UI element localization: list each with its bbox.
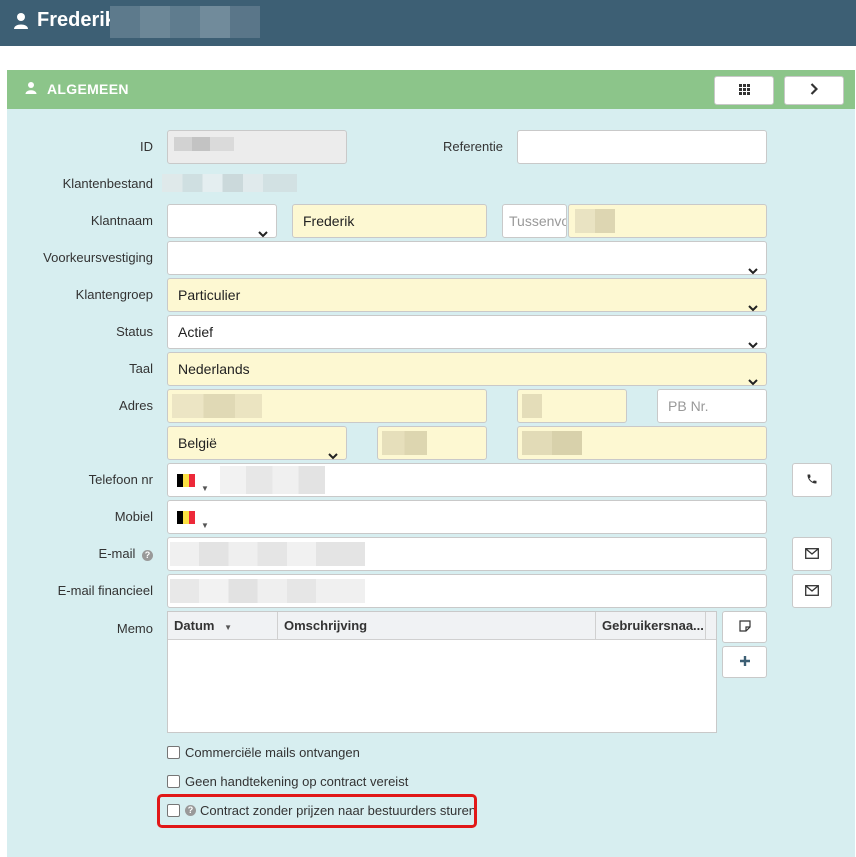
referentie-label: Referentie (443, 139, 503, 154)
commercial-mails-checkbox[interactable] (167, 746, 180, 759)
redacted-postcode (382, 431, 427, 455)
taal-select[interactable]: Nederlands (167, 352, 767, 386)
redacted-email (170, 542, 365, 566)
envelope-icon (805, 584, 819, 599)
grid-button[interactable] (714, 76, 774, 105)
column-datum[interactable]: Datum ▼ (168, 612, 278, 640)
panel-header: ALGEMEEN (7, 70, 855, 109)
id-label: ID (140, 139, 153, 154)
email-label: E-mail ? (7, 546, 153, 561)
status-label: Status (116, 324, 153, 339)
redacted-city (522, 431, 582, 455)
no-signature-checkbox[interactable] (167, 775, 180, 788)
belgium-flag-icon (177, 474, 195, 487)
sticky-note-icon (738, 619, 751, 635)
sort-down-icon: ▼ (224, 623, 232, 632)
postcode-input[interactable] (377, 426, 487, 460)
phone-icon (806, 473, 818, 488)
mobiel-label: Mobiel (114, 509, 153, 524)
klantnaam-label: Klantnaam (90, 213, 153, 228)
klantengroep-select[interactable]: Particulier (167, 278, 767, 312)
top-bar: Frederik (0, 0, 856, 46)
status-value: Actief (178, 324, 214, 340)
algemeen-panel: ALGEMEEN ID Referentie Klantenbestand Kl… (7, 70, 855, 857)
commercial-mails-row[interactable]: Commerciële mails ontvangen (167, 745, 360, 760)
redacted-id (174, 137, 234, 151)
grid-icon (738, 83, 750, 98)
memo-label: Memo (116, 621, 153, 636)
redacted-phone (220, 466, 325, 494)
first-name-input[interactable]: Frederik (292, 204, 487, 238)
klantengroep-value: Particulier (178, 287, 241, 303)
street-input[interactable] (167, 389, 487, 423)
envelope-icon (805, 547, 819, 562)
klantenbestand-label: Klantenbestand (62, 176, 153, 191)
aanhef-select[interactable] (167, 204, 277, 238)
panel-title: ALGEMEEN (47, 81, 129, 97)
email-input[interactable] (167, 537, 767, 571)
chevron-right-icon (810, 83, 819, 98)
adres-label: Adres (119, 398, 153, 413)
telefoon-input[interactable]: ▼ (167, 463, 767, 497)
next-button[interactable] (784, 76, 844, 105)
last-name-input[interactable] (568, 204, 767, 238)
klantengroep-label: Klantengroep (75, 287, 153, 302)
redacted-name (110, 6, 260, 38)
redacted-email-financieel (170, 579, 365, 603)
column-gebruikersnaam[interactable]: Gebruikersnaa... (596, 612, 706, 640)
email-financieel-label: E-mail financieel (57, 583, 153, 598)
column-datum-label: Datum (174, 618, 215, 633)
column-omschrijving[interactable]: Omschrijving (278, 612, 596, 640)
voorkeursvestiging-label: Voorkeursvestiging (43, 250, 153, 265)
redacted-klantenbestand (162, 174, 297, 192)
help-icon[interactable]: ? (142, 550, 153, 561)
pb-input[interactable]: PB Nr. (657, 389, 767, 423)
taal-value: Nederlands (178, 361, 250, 377)
house-number-input[interactable] (517, 389, 627, 423)
user-icon (25, 81, 37, 98)
memo-table: Datum ▼ Omschrijving Gebruikersnaa... (167, 611, 717, 733)
referentie-input[interactable] (517, 130, 767, 164)
page-title: Frederik (37, 9, 116, 31)
user-icon (13, 12, 29, 33)
tussenvoegsel-input[interactable]: Tussenvoegsel (502, 204, 567, 238)
belgium-flag-icon (177, 511, 195, 524)
redacted-last-name (575, 209, 615, 233)
mobiel-input[interactable]: ▼ (167, 500, 767, 534)
add-note-button[interactable] (722, 611, 767, 643)
add-memo-button[interactable] (722, 646, 767, 678)
email-financieel-input[interactable] (167, 574, 767, 608)
no-signature-label: Geen handtekening op contract vereist (185, 774, 409, 789)
country-value: België (178, 435, 217, 451)
send-email-button[interactable] (792, 537, 832, 571)
redacted-house-number (522, 394, 542, 418)
email-label-text: E-mail (98, 546, 136, 561)
call-button[interactable] (792, 463, 832, 497)
redacted-street (172, 394, 262, 418)
commercial-mails-label: Commerciële mails ontvangen (185, 745, 360, 760)
id-field (167, 130, 347, 164)
status-select[interactable]: Actief (167, 315, 767, 349)
memo-table-header: Datum ▼ Omschrijving Gebruikersnaa... (168, 612, 716, 640)
telefoon-label: Telefoon nr (88, 472, 153, 487)
city-input[interactable] (517, 426, 767, 460)
country-select[interactable]: België (167, 426, 347, 460)
voorkeursvestiging-select[interactable] (167, 241, 767, 275)
taal-label: Taal (129, 361, 153, 376)
tussenvoegsel-placeholder: Tussenvoegsel (509, 213, 566, 229)
plus-icon (739, 655, 751, 670)
pb-placeholder: PB Nr. (668, 398, 709, 414)
no-signature-row[interactable]: Geen handtekening op contract vereist (167, 774, 408, 789)
highlight-box (157, 794, 477, 828)
send-email-financieel-button[interactable] (792, 574, 832, 608)
